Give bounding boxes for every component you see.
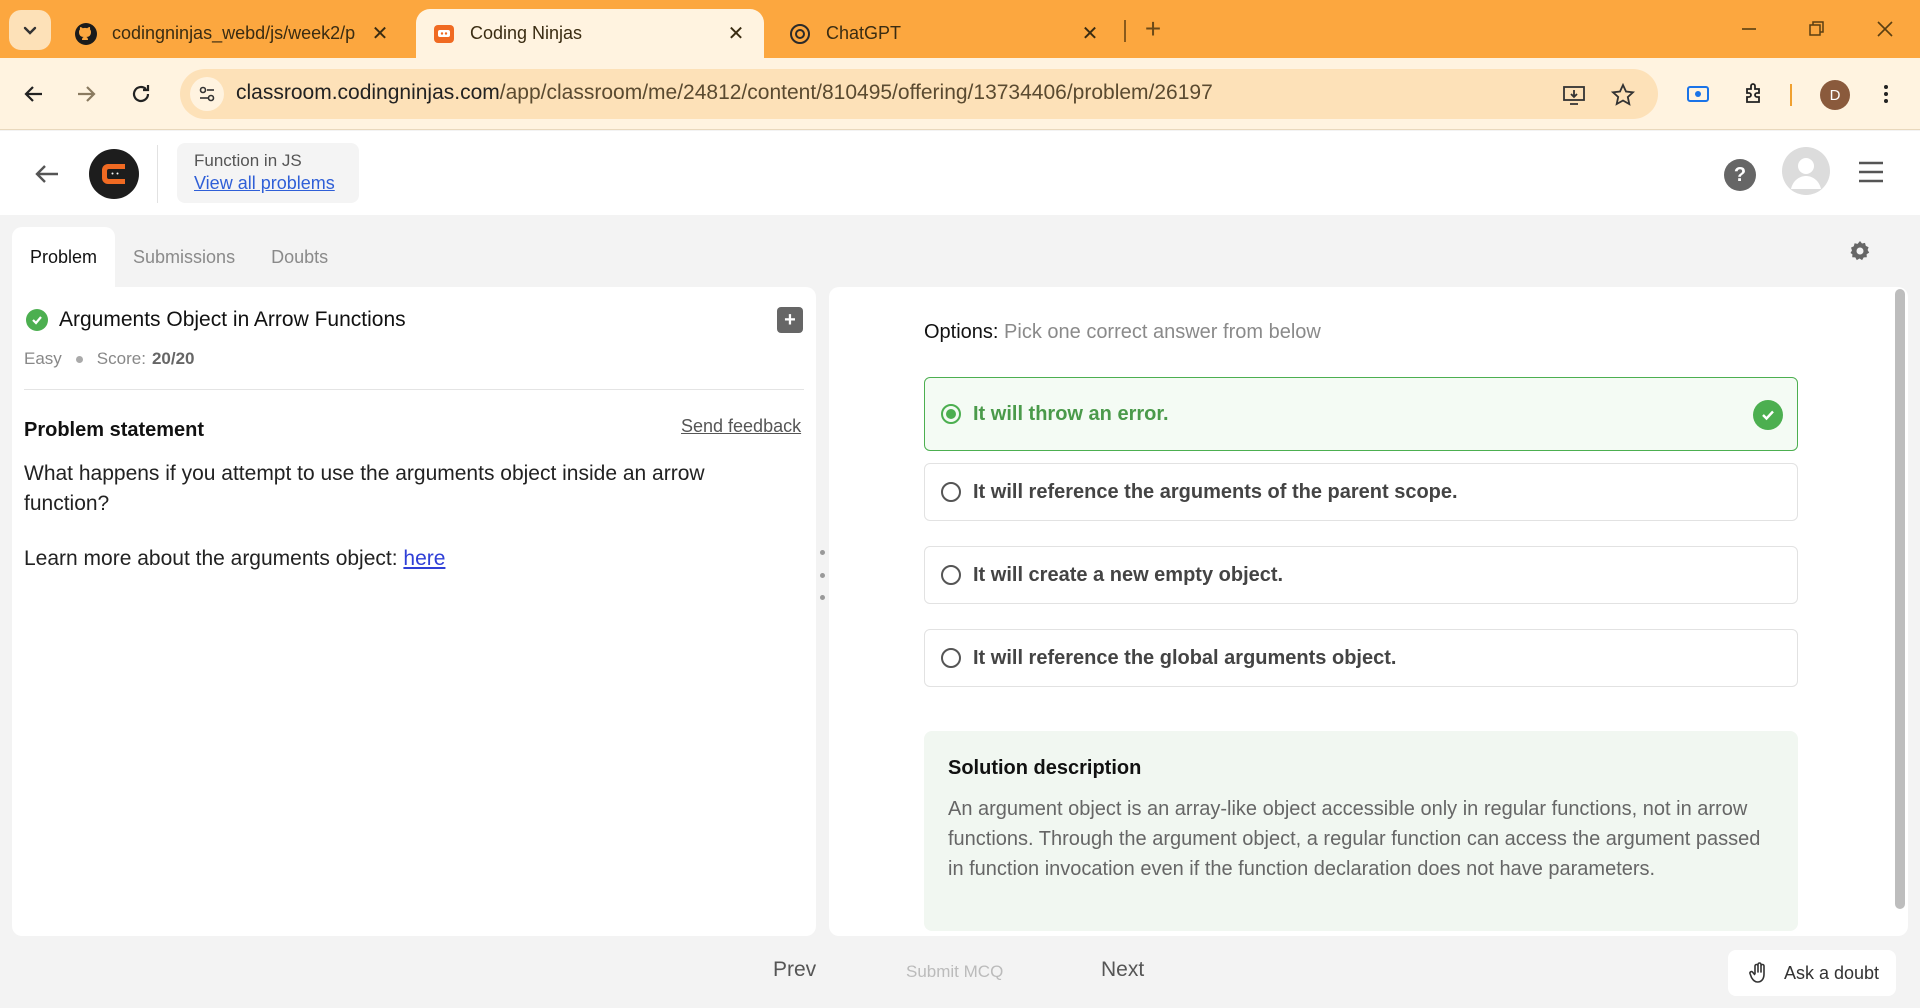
- options-label: Options:: [924, 321, 999, 343]
- solution-description: Solution description An argument object …: [924, 731, 1798, 931]
- reload-icon: [132, 85, 150, 103]
- tab-title: Coding Ninjas: [470, 23, 583, 43]
- forward-button[interactable]: [70, 78, 102, 110]
- radio-unselected[interactable]: [941, 565, 961, 585]
- course-breadcrumb: Function in JS View all problems: [177, 143, 359, 203]
- tab-submissions[interactable]: Submissions: [115, 227, 253, 287]
- new-tab-button[interactable]: +: [1138, 13, 1168, 44]
- options-panel: Options: Pick one correct answer from be…: [829, 287, 1908, 936]
- problem-meta: Easy Score: 20/20: [24, 349, 194, 369]
- radio-selected[interactable]: [941, 404, 961, 424]
- radio-unselected[interactable]: [941, 648, 961, 668]
- difficulty-label: Easy: [24, 349, 62, 368]
- tab-search-button[interactable]: [9, 10, 51, 50]
- problem-statement-text: What happens if you attempt to use the a…: [24, 462, 705, 515]
- problem-tabs: Problem Submissions Doubts: [12, 227, 346, 287]
- extensions-icon[interactable]: [1738, 78, 1770, 110]
- score-label: Score:: [96, 349, 146, 368]
- ask-doubt-button[interactable]: Ask a doubt: [1728, 950, 1896, 996]
- panel-resize-handle[interactable]: [818, 550, 826, 600]
- chatgpt-icon: [788, 22, 812, 46]
- gear-icon[interactable]: [1846, 237, 1874, 265]
- option-4[interactable]: It will reference the global arguments o…: [924, 629, 1798, 687]
- solution-text: An argument object is an array-like obje…: [948, 798, 1761, 880]
- github-icon: [74, 22, 98, 46]
- restore-icon[interactable]: [1802, 14, 1832, 44]
- prev-button[interactable]: Prev: [773, 958, 816, 982]
- scrollbar[interactable]: [1895, 289, 1905, 909]
- option-text: It will create a new empty object.: [973, 563, 1284, 586]
- problem-statement-heading: Problem statement: [24, 419, 205, 441]
- reload-button[interactable]: [125, 78, 157, 110]
- url-path: /app/classroom/me/24812/content/810495/o…: [499, 81, 1213, 104]
- tab-problem[interactable]: Problem: [12, 227, 116, 287]
- option-text: It will throw an error.: [973, 402, 1169, 425]
- url-text[interactable]: classroom.codingninjas.com/app/classroom…: [236, 81, 1213, 105]
- next-button[interactable]: Next: [1101, 958, 1144, 982]
- option-3[interactable]: It will create a new empty object.: [924, 546, 1798, 604]
- solved-check-icon: [26, 309, 48, 331]
- more-options-icon[interactable]: [1870, 78, 1902, 110]
- help-icon[interactable]: ?: [1724, 159, 1756, 191]
- close-tab-icon[interactable]: ✕: [368, 22, 392, 46]
- send-feedback-link[interactable]: Send feedback: [681, 416, 801, 437]
- tab-title: codingninjas_webd/js/week2/p: [112, 23, 356, 43]
- coding-ninjas-logo[interactable]: [89, 149, 139, 199]
- coding-ninjas-icon: [432, 22, 456, 46]
- problem-title: Arguments Object in Arrow Functions: [59, 308, 406, 331]
- view-all-problems-link[interactable]: View all problems: [194, 173, 342, 194]
- browser-tab-github[interactable]: codingninjas_webd/js/week2/p ✕: [58, 9, 408, 58]
- toolbar-divider: [1790, 84, 1792, 106]
- chevron-down-icon: [23, 26, 37, 35]
- install-app-icon[interactable]: [1560, 81, 1588, 109]
- arrow-right-icon: [78, 86, 96, 102]
- browser-tab-bar: codingninjas_webd/js/week2/p ✕ Coding Ni…: [0, 0, 1920, 58]
- close-tab-icon[interactable]: ✕: [1078, 22, 1102, 46]
- option-text: It will reference the global arguments o…: [973, 646, 1397, 669]
- correct-check-icon: [1753, 400, 1783, 430]
- close-tab-icon[interactable]: ✕: [724, 22, 748, 46]
- learn-more-text: Learn more about the arguments object:: [24, 547, 404, 570]
- minimize-icon[interactable]: [1734, 14, 1764, 44]
- divider: [24, 389, 804, 390]
- screen-capture-icon[interactable]: [1682, 78, 1714, 110]
- browser-toolbar: classroom.codingninjas.com/app/classroom…: [0, 58, 1920, 130]
- option-text: It will reference the arguments of the p…: [973, 480, 1458, 503]
- options-hint: Pick one correct answer from below: [1004, 321, 1321, 343]
- user-avatar-icon[interactable]: [1782, 147, 1830, 195]
- browser-tab-coding-ninjas[interactable]: Coding Ninjas ✕: [416, 9, 764, 58]
- radio-unselected[interactable]: [941, 482, 961, 502]
- hamburger-menu-icon[interactable]: [1856, 157, 1886, 187]
- tab-doubts[interactable]: Doubts: [253, 227, 346, 287]
- bookmark-star-icon[interactable]: [1609, 81, 1637, 109]
- close-window-icon[interactable]: [1870, 14, 1900, 44]
- url-host: classroom.codingninjas.com: [236, 81, 500, 104]
- separator-dot: [75, 355, 83, 363]
- solution-heading: Solution description: [948, 757, 1142, 779]
- profile-avatar[interactable]: D: [1820, 80, 1850, 110]
- course-title: Function in JS: [194, 151, 302, 170]
- header-divider: [157, 145, 158, 203]
- back-button[interactable]: [18, 78, 50, 110]
- site-settings-icon[interactable]: [190, 77, 224, 111]
- app-header: Function in JS View all problems ?: [0, 131, 1920, 215]
- learn-more-line: Learn more about the arguments object: h…: [24, 547, 445, 571]
- browser-tab-chatgpt[interactable]: ChatGPT ✕: [772, 9, 1118, 58]
- submit-mcq-button[interactable]: Submit MCQ: [906, 962, 1003, 982]
- problem-panel: Arguments Object in Arrow Functions + Ea…: [12, 287, 816, 936]
- options-heading: Options: Pick one correct answer from be…: [924, 321, 1321, 344]
- tab-title: ChatGPT: [826, 23, 902, 43]
- hand-icon: [1746, 960, 1772, 986]
- option-2[interactable]: It will reference the arguments of the p…: [924, 463, 1798, 521]
- tab-separator: [1124, 20, 1126, 42]
- back-arrow-button[interactable]: [30, 157, 64, 191]
- ask-doubt-label: Ask a doubt: [1784, 962, 1880, 983]
- bookmark-add-icon[interactable]: +: [777, 307, 803, 333]
- arrow-left-icon: [35, 165, 58, 183]
- option-1[interactable]: It will throw an error.: [924, 377, 1798, 451]
- arrow-left-icon: [24, 86, 42, 102]
- score-value: 20/20: [151, 349, 195, 368]
- learn-more-link[interactable]: here: [403, 547, 445, 570]
- address-bar[interactable]: classroom.codingninjas.com/app/classroom…: [180, 69, 1658, 119]
